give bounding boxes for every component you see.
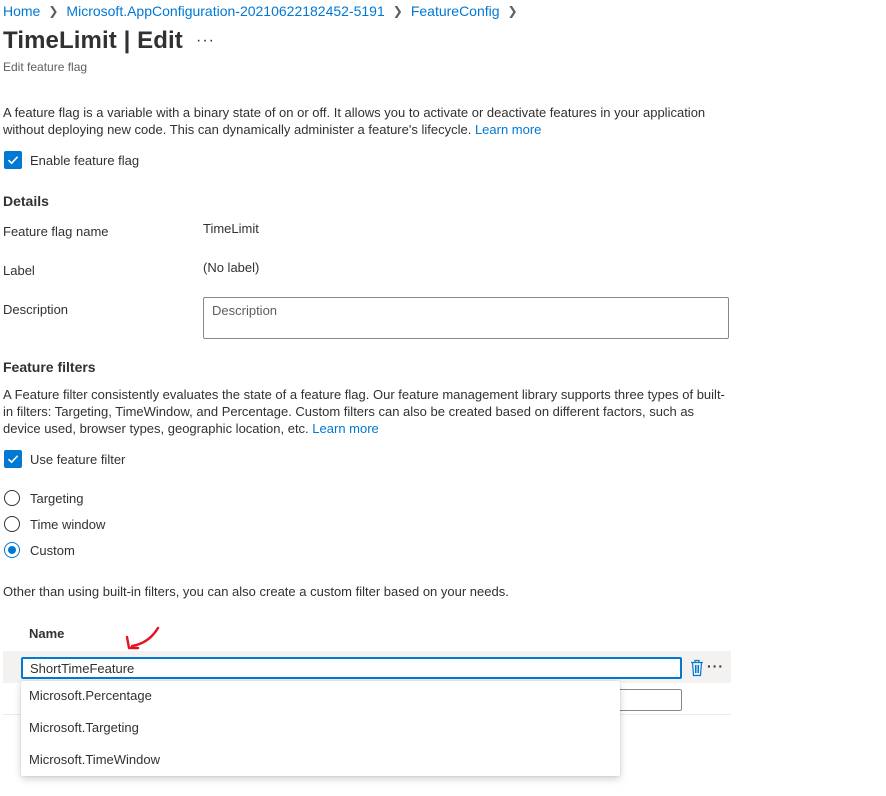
filters-learn-more-link[interactable]: Learn more <box>312 421 378 436</box>
chevron-right-icon: ❯ <box>507 4 518 18</box>
intro-description: A feature flag is a variable with a bina… <box>3 105 706 137</box>
intro-learn-more-link[interactable]: Learn more <box>475 122 541 137</box>
row-more-icon[interactable]: ··· <box>707 658 724 674</box>
radio-targeting-label: Targeting <box>30 490 84 506</box>
intro-text: A feature flag is a variable with a bina… <box>3 104 723 138</box>
trash-icon[interactable] <box>690 659 704 677</box>
description-field[interactable]: Description <box>203 297 729 339</box>
suggestion-item-targeting[interactable]: Microsoft.Targeting <box>21 713 620 743</box>
breadcrumb-app-configuration[interactable]: Microsoft.AppConfiguration-2021062218245… <box>66 3 384 19</box>
feature-filters-heading: Feature filters <box>3 359 96 375</box>
checkmark-icon[interactable] <box>4 151 22 169</box>
radio-targeting[interactable]: Targeting <box>4 490 83 506</box>
radio-circle-icon[interactable] <box>4 490 20 506</box>
feature-flag-name-value: TimeLimit <box>203 221 259 236</box>
chevron-right-icon: ❯ <box>392 4 403 18</box>
page-title: TimeLimit | Edit <box>3 27 183 54</box>
more-options-button[interactable]: ··· <box>196 32 215 50</box>
use-feature-filter-label: Use feature filter <box>30 451 126 467</box>
description-label: Description <box>3 302 69 317</box>
radio-time-window[interactable]: Time window <box>4 516 105 532</box>
enable-feature-flag-label: Enable feature flag <box>30 152 140 168</box>
enable-feature-flag-checkbox[interactable]: Enable feature flag <box>4 151 139 169</box>
breadcrumb: Home ❯ Microsoft.AppConfiguration-202106… <box>3 2 526 20</box>
radio-time-window-label: Time window <box>30 516 106 532</box>
radio-selected-icon[interactable] <box>4 542 20 558</box>
checkmark-icon[interactable] <box>4 450 22 468</box>
custom-filter-name-input[interactable] <box>21 657 682 679</box>
suggestion-item-percentage[interactable]: Microsoft.Percentage <box>21 681 620 711</box>
suggestion-item-time-window[interactable]: Microsoft.TimeWindow <box>21 745 620 775</box>
feature-flag-name-label: Feature flag name <box>3 224 109 239</box>
custom-filter-text: Other than using built-in filters, you c… <box>3 584 509 599</box>
details-heading: Details <box>3 193 49 209</box>
name-column-header: Name <box>29 626 65 641</box>
page-subtitle: Edit feature flag <box>3 60 88 74</box>
chevron-right-icon: ❯ <box>48 4 59 18</box>
label-value: (No label) <box>203 260 260 275</box>
breadcrumb-feature-config[interactable]: FeatureConfig <box>411 3 500 19</box>
feature-filters-text: A Feature filter consistently evaluates … <box>3 386 733 437</box>
radio-circle-icon[interactable] <box>4 516 20 532</box>
radio-custom-label: Custom <box>30 542 75 558</box>
breadcrumb-home[interactable]: Home <box>3 3 40 19</box>
label-label: Label <box>3 263 35 278</box>
use-feature-filter-checkbox[interactable]: Use feature filter <box>4 450 125 468</box>
red-arrow-annotation <box>125 626 160 650</box>
description-placeholder: Description <box>212 303 278 318</box>
radio-custom[interactable]: Custom <box>4 542 75 558</box>
suggestion-dropdown: Microsoft.Percentage Microsoft.Targeting… <box>21 681 620 776</box>
